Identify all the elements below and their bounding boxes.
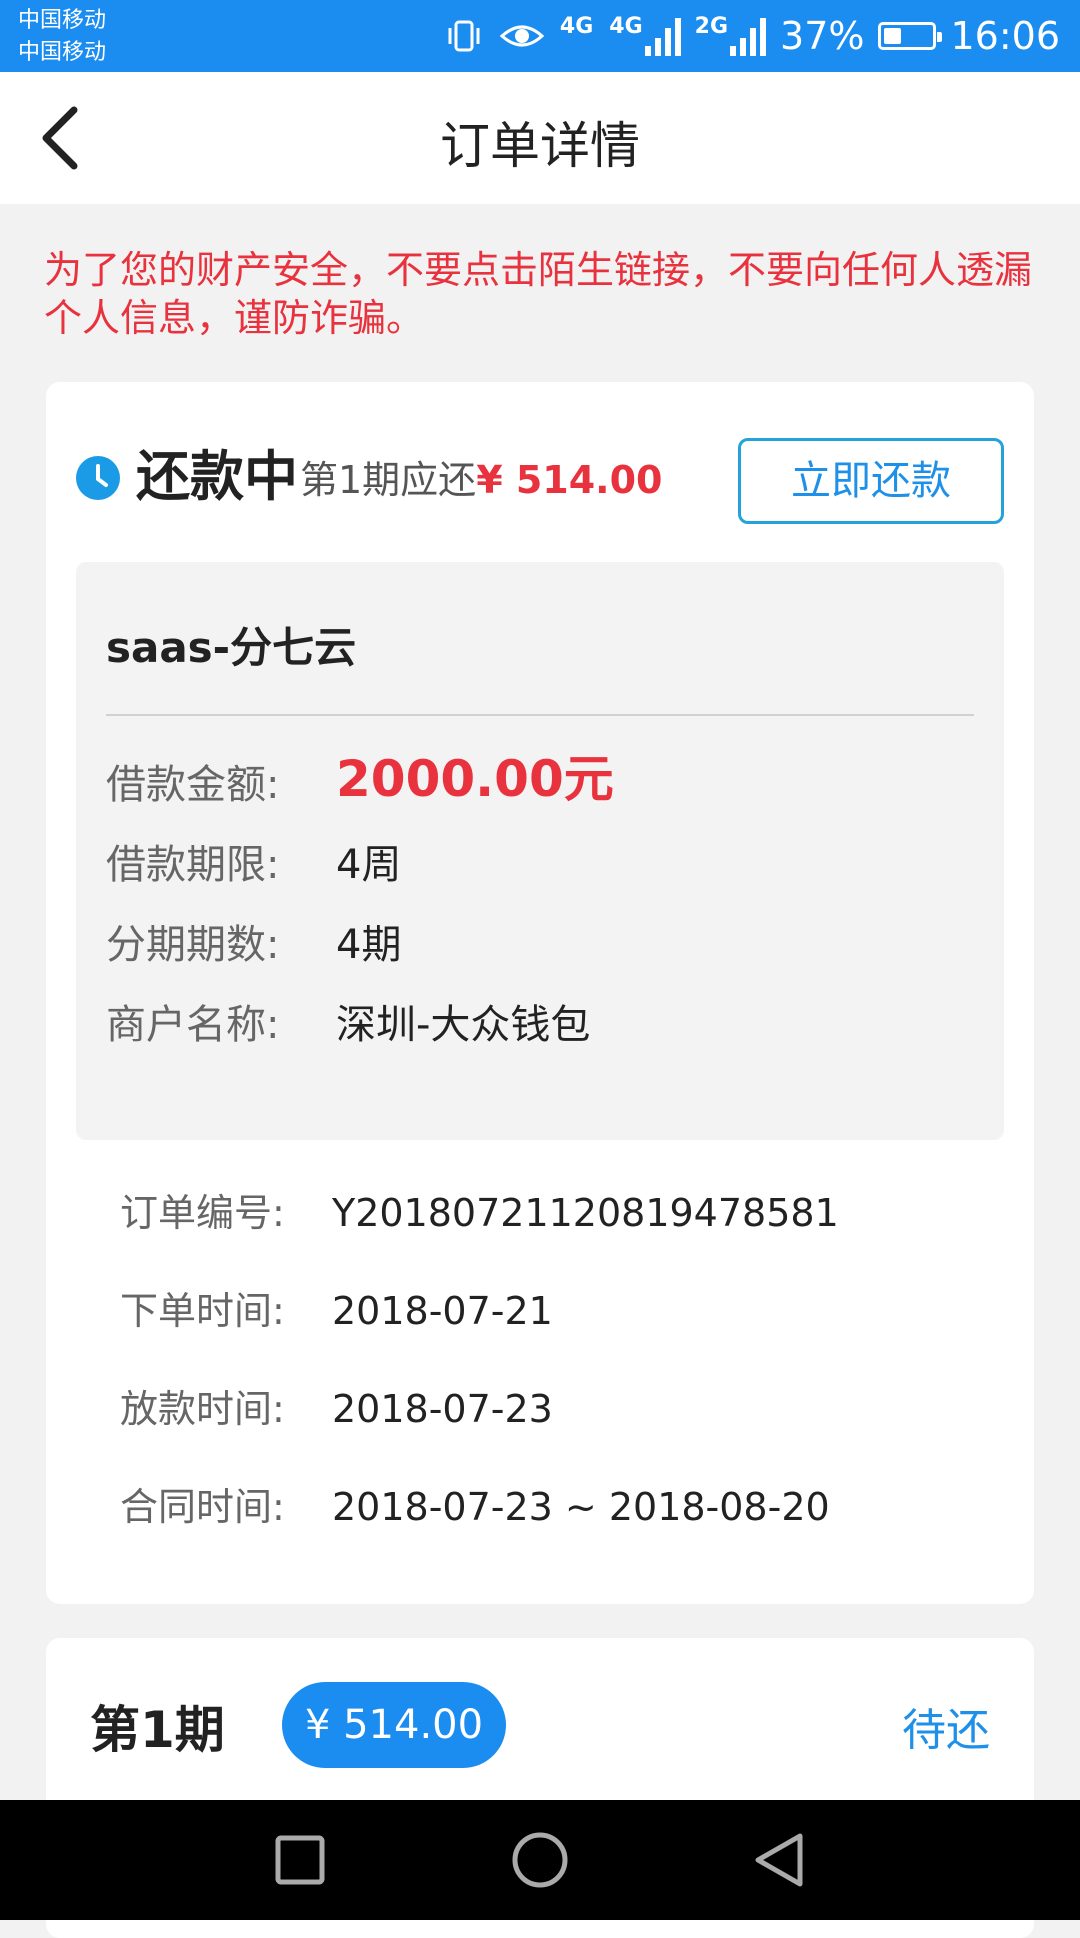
fraud-warning: 为了您的财产安全，不要点击陌生链接，不要向任何人透漏个人信息，谨防诈骗。 bbox=[44, 248, 1033, 340]
order-status: 还款中 bbox=[136, 445, 298, 508]
contract-period-value: 2018-07-23 ~ 2018-08-20 bbox=[332, 1485, 830, 1529]
system-nav-bar bbox=[0, 1800, 1080, 1920]
divider bbox=[106, 714, 974, 716]
page-title: 订单详情 bbox=[440, 117, 640, 175]
clock-icon bbox=[76, 456, 120, 500]
loan-term-label: 借款期限: bbox=[106, 842, 280, 888]
due-amount: ¥ 514.00 bbox=[476, 458, 663, 502]
signal-icon-2: 4G bbox=[609, 14, 681, 56]
installments-value: 4期 bbox=[336, 922, 402, 968]
merchant-value: 深圳-大众钱包 bbox=[336, 1002, 591, 1048]
loan-term-value: 4周 bbox=[336, 842, 402, 888]
signal-icon-1: 4G bbox=[559, 13, 594, 39]
battery-percent: 37% bbox=[780, 14, 865, 58]
carrier-label-2: 中国移动 bbox=[18, 40, 107, 65]
contract-period-label: 合同时间: bbox=[120, 1485, 285, 1529]
loan-amount-label: 借款金额: bbox=[106, 762, 280, 808]
merchant-label: 商户名称: bbox=[106, 1002, 280, 1048]
clock-time: 16:06 bbox=[950, 14, 1060, 58]
disbursement-date-value: 2018-07-23 bbox=[332, 1387, 553, 1431]
app-header: 订单详情 bbox=[0, 72, 1080, 204]
back-triangle-icon[interactable] bbox=[750, 1830, 810, 1890]
vibrate-icon bbox=[444, 16, 484, 56]
installment-status[interactable]: 待还 bbox=[902, 1694, 990, 1758]
order-date-label: 下单时间: bbox=[120, 1289, 285, 1333]
eye-icon bbox=[498, 16, 546, 56]
installment-title: 第1期 bbox=[90, 1701, 225, 1759]
loan-amount-value: 2000.00元 bbox=[336, 750, 614, 808]
signal-icon-3: 2G bbox=[695, 14, 767, 56]
carrier-label-1: 中国移动 bbox=[18, 8, 107, 33]
order-date-value: 2018-07-21 bbox=[332, 1289, 553, 1333]
due-label: 第1期应还 bbox=[300, 458, 477, 502]
loan-summary: saas-分七云 借款金额: 2000.00元 借款期限: 4周 分期期数: 4… bbox=[76, 562, 1004, 1140]
product-name: saas-分七云 bbox=[106, 623, 357, 672]
due-summary: 第1期应还¥ 514.00 bbox=[300, 458, 663, 502]
recents-icon[interactable] bbox=[270, 1830, 330, 1890]
order-status-row: 还款中 第1期应还¥ 514.00 立即还款 bbox=[76, 438, 1004, 524]
battery-icon bbox=[878, 22, 943, 50]
status-bar: 中国移动 中国移动 4G 4G 2G 37% 16:06 bbox=[0, 0, 1080, 72]
order-number-label: 订单编号: bbox=[120, 1191, 285, 1235]
repay-now-button[interactable]: 立即还款 bbox=[738, 438, 1004, 524]
disbursement-date-label: 放款时间: bbox=[120, 1387, 285, 1431]
order-card: 还款中 第1期应还¥ 514.00 立即还款 saas-分七云 借款金额: 20… bbox=[46, 382, 1034, 1604]
installment-amount-badge: ¥ 514.00 bbox=[282, 1682, 506, 1768]
home-icon[interactable] bbox=[510, 1830, 570, 1890]
installments-label: 分期期数: bbox=[106, 922, 280, 968]
order-number-value: Y2018072112081947858​1 bbox=[332, 1191, 839, 1235]
